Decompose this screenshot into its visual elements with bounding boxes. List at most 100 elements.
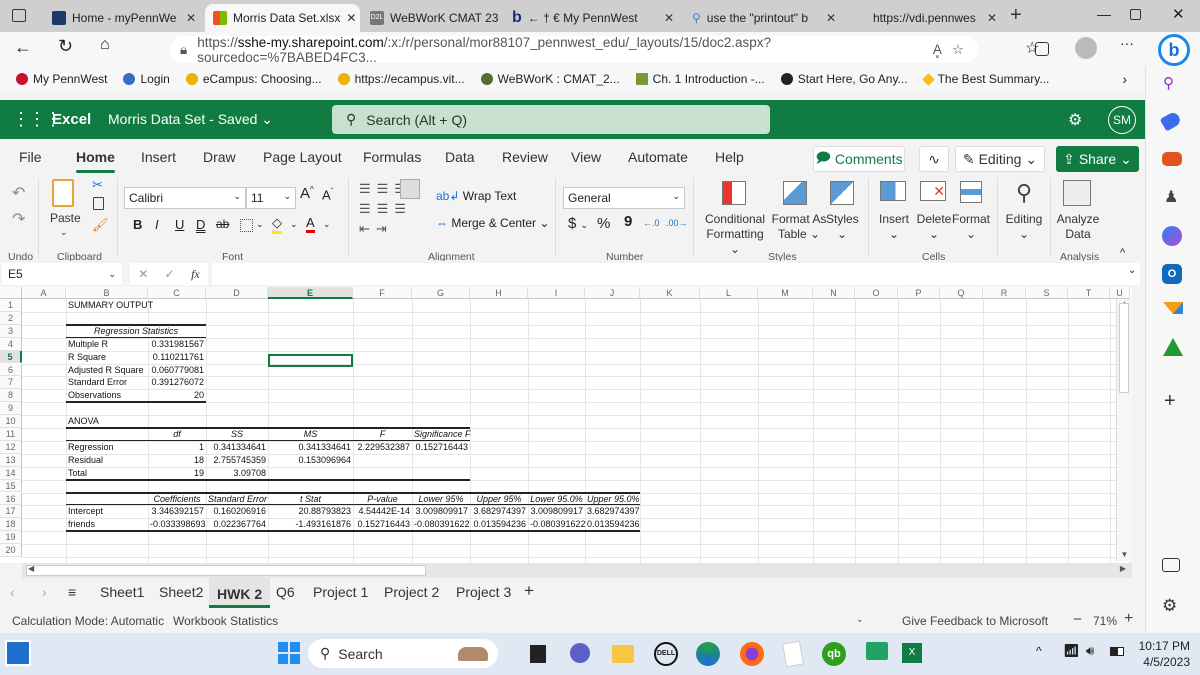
increase-font-size-icon[interactable]: A^: [300, 185, 314, 202]
minimize-button[interactable]: —: [1097, 6, 1111, 22]
tab-review[interactable]: Review: [502, 149, 548, 165]
borders-dropdown-icon[interactable]: ⌄: [256, 219, 264, 230]
row-header-12[interactable]: 12: [0, 440, 22, 454]
column-header-G[interactable]: G: [412, 287, 470, 299]
url-field[interactable]: 🔒︎ https://sshe-my.sharepoint.com/:x:/r/…: [170, 35, 978, 65]
percent-button[interactable]: %: [597, 215, 610, 232]
scroll-down-icon[interactable]: ▼: [1117, 550, 1132, 559]
volume-icon[interactable]: 🔊︎: [1086, 643, 1094, 659]
coefficients-cell[interactable]: 0.022367764: [206, 518, 268, 530]
anova-cell[interactable]: 0.341334641: [206, 441, 268, 453]
sheet-tab-sheet1[interactable]: Sheet1: [100, 584, 144, 600]
anova-header[interactable]: df: [148, 428, 206, 440]
row-header-15[interactable]: 15: [0, 479, 22, 493]
analyze-data-icon[interactable]: [1063, 180, 1091, 206]
row-header-18[interactable]: 18: [0, 518, 22, 532]
bookmark-ecampus-choosing[interactable]: eCampus: Choosing...: [178, 72, 330, 86]
horizontal-scroll-thumb[interactable]: [26, 565, 426, 576]
spreadsheet-grid[interactable]: ABCDEFGHIJKLMNOPQRSTU 1 2 3 4 5 6 7 8 9 10 11 12 13 1…: [0, 287, 1132, 563]
increase-decimal-icon[interactable]: ←.0: [643, 218, 660, 228]
row-header-19[interactable]: 19: [0, 531, 22, 545]
bookmark-my-pennwest[interactable]: My PennWest: [8, 72, 115, 86]
document-title[interactable]: Morris Data Set - Saved ⌄: [108, 111, 273, 128]
zoom-level[interactable]: 71%: [1093, 614, 1117, 628]
anova-header[interactable]: SS: [206, 428, 268, 440]
collections-icon[interactable]: [1035, 42, 1049, 56]
tab-formulas[interactable]: Formulas: [363, 149, 421, 165]
row-header-2[interactable]: 2: [0, 311, 22, 325]
clock[interactable]: 10:17 PM 4/5/2023: [1138, 638, 1190, 670]
coefficients-cell[interactable]: Intercept: [66, 505, 148, 517]
close-tab-icon[interactable]: ✕: [346, 11, 356, 25]
anova-cell[interactable]: 0.341334641: [268, 441, 353, 453]
anova-header[interactable]: MS: [268, 428, 353, 440]
reg-stat-value[interactable]: 0.331981567: [148, 338, 206, 350]
reg-stat-label[interactable]: R Square: [66, 351, 148, 363]
sheet-tab-q6[interactable]: Q6: [276, 584, 295, 600]
browser-tab-my-pennwest[interactable]: b ← † € My PennWest ✕: [504, 4, 682, 32]
anova-cell[interactable]: 2.755745359: [206, 454, 268, 466]
format-cells-icon[interactable]: [960, 181, 982, 203]
comments-button[interactable]: 🗩︎ Comments: [813, 146, 905, 172]
share-button[interactable]: ⇪ Share ⌄: [1056, 146, 1139, 172]
coefficients-cell[interactable]: 0.152716443: [353, 518, 412, 530]
bookmark-ch1-intro[interactable]: Ch. 1 Introduction -...: [628, 72, 773, 86]
bookmark-best-summary[interactable]: The Best Summary...: [916, 72, 1058, 86]
column-header-D[interactable]: D: [206, 287, 268, 299]
borders-icon[interactable]: [240, 219, 253, 232]
coefficients-cell[interactable]: 0.013594236: [470, 518, 528, 530]
refresh-icon[interactable]: ↻: [58, 36, 73, 57]
bookmark-webwork[interactable]: WeBWorK : CMAT_2...: [473, 72, 628, 86]
excel-search-box[interactable]: ⚲ Search (Alt + Q): [332, 105, 770, 134]
coefficients-cell[interactable]: 0.013594236: [585, 518, 640, 530]
column-header-N[interactable]: N: [813, 287, 855, 299]
reg-stat-value[interactable]: 0.110211761: [148, 351, 206, 363]
reg-stat-value[interactable]: 0.060779081: [148, 364, 206, 376]
column-header-S[interactable]: S: [1026, 287, 1068, 299]
close-tab-icon[interactable]: ✕: [664, 11, 674, 25]
coefficients-header[interactable]: Coefficients: [148, 493, 206, 505]
reg-stat-value[interactable]: 20: [148, 389, 206, 401]
zoom-out-button[interactable]: −: [1073, 611, 1082, 628]
solitaire-icon[interactable]: [782, 640, 804, 668]
font-color-icon[interactable]: A: [306, 215, 315, 233]
quickbooks-icon[interactable]: qb: [822, 642, 846, 666]
coefficients-cell[interactable]: -1.493161876: [268, 518, 353, 530]
windows-start-icon[interactable]: [278, 642, 300, 664]
browser-tab-webwork[interactable]: D2L WeBWorK CMAT 23✕: [362, 4, 502, 32]
reg-stat-value[interactable]: 0.391276072: [148, 376, 206, 388]
bookmark-login[interactable]: Login: [115, 72, 177, 86]
coefficients-cell[interactable]: 20.88793823: [268, 505, 353, 517]
analyze-data-button[interactable]: Analyze Data: [1055, 212, 1101, 242]
column-header-E[interactable]: E: [268, 287, 353, 299]
browser-tab-vdi[interactable]: https://vdi.pennwes ✕: [845, 4, 1005, 32]
close-tab-icon[interactable]: ✕: [826, 11, 836, 25]
row-header-20[interactable]: 20: [0, 544, 22, 557]
formula-input[interactable]: [212, 263, 1140, 285]
sidebar-tools-icon[interactable]: [1162, 152, 1182, 166]
coefficients-cell[interactable]: friends: [66, 518, 148, 530]
sheet-tab-sheet2[interactable]: Sheet2: [159, 584, 203, 600]
column-header-R[interactable]: R: [983, 287, 1026, 299]
row-header-16[interactable]: 16: [0, 492, 22, 506]
prev-sheet-icon[interactable]: ‹: [10, 584, 15, 600]
row-header-10[interactable]: 10: [0, 415, 22, 428]
reg-stat-label[interactable]: Adjusted R Square: [66, 364, 148, 376]
summary-output-title[interactable]: SUMMARY OUTPUT: [66, 299, 153, 311]
column-header-O[interactable]: O: [855, 287, 898, 299]
column-header-C[interactable]: C: [148, 287, 206, 299]
paste-dropdown-icon[interactable]: ⌄: [60, 225, 68, 240]
add-favorite-icon[interactable]: ☆: [952, 42, 964, 58]
feedback-link[interactable]: Give Feedback to Microsoft: [902, 614, 1048, 628]
sidebar-tree-icon[interactable]: [1163, 338, 1183, 356]
paste-icon[interactable]: [52, 179, 74, 207]
new-tab-button[interactable]: +: [1010, 4, 1022, 27]
row-header-6[interactable]: 6: [0, 363, 22, 377]
format-as-table-button[interactable]: Format As Table ⌄: [770, 212, 828, 242]
find-magnifier-icon[interactable]: ⚲: [1016, 180, 1032, 206]
task-view-icon[interactable]: [530, 645, 546, 663]
coefficients-cell[interactable]: -0.080391622: [412, 518, 470, 530]
reg-stat-label[interactable]: Standard Error: [66, 376, 148, 388]
italic-button[interactable]: I: [155, 217, 159, 232]
sidebar-games-icon[interactable]: ♟: [1164, 187, 1178, 207]
